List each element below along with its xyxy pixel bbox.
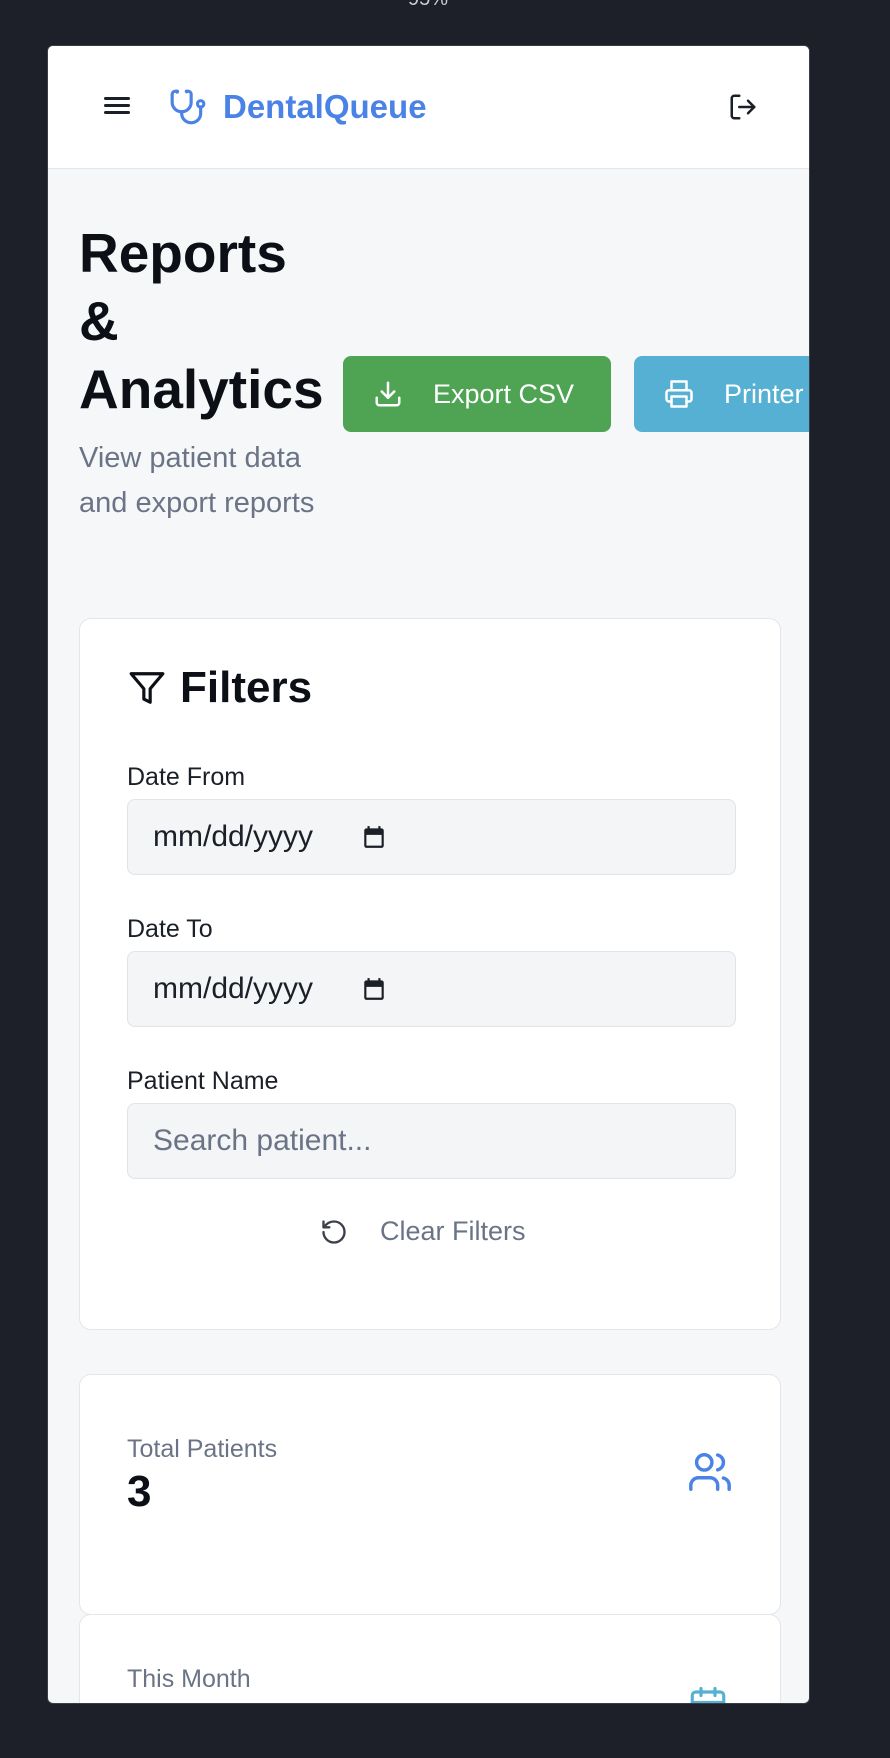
stat-card-this-month: This Month [79,1614,781,1703]
filters-header: Filters [128,663,312,713]
date-to-input[interactable]: mm/dd/yyyy [127,951,736,1027]
menu-icon[interactable] [104,94,130,118]
patient-search-input[interactable]: Search patient... [127,1103,736,1179]
date-to-value: mm/dd/yyyy [153,972,314,1005]
app-window: DentalQueue Reports & Analytics View pat… [47,45,810,1704]
patient-name-label: Patient Name [127,1067,279,1095]
stethoscope-icon [169,88,207,131]
date-from-label: Date From [127,763,246,791]
reset-icon [320,1218,348,1246]
date-to-label: Date To [127,915,213,943]
filter-icon [128,669,166,707]
page-title: Reports & Analytics [79,222,324,420]
top-navbar: DentalQueue [48,46,809,169]
date-from-value: mm/dd/yyyy [153,820,314,853]
calendar-picker-icon[interactable] [361,824,387,850]
stat-value: 3 [127,1467,152,1516]
stat-label: Total Patients [127,1435,278,1463]
print-button[interactable]: Printer [634,356,809,432]
export-csv-button[interactable]: Export CSV [343,356,611,432]
users-icon [687,1449,733,1500]
page-subtitle: View patient data and export reports [79,442,315,519]
export-csv-label: Export CSV [433,378,575,409]
printer-icon [664,379,694,409]
filters-title: Filters [180,663,313,712]
date-from-input[interactable]: mm/dd/yyyy [127,799,736,875]
stat-card-total-patients: Total Patients 3 [79,1374,781,1615]
clear-filters-label: Clear Filters [380,1216,526,1246]
stat-label: This Month [127,1665,251,1693]
brand-name[interactable]: DentalQueue [223,88,427,126]
calendar-picker-icon[interactable] [361,976,387,1002]
calendar-icon [687,1685,729,1703]
print-label: Printer [724,378,804,409]
clear-filters-button[interactable]: Clear Filters [320,1216,526,1247]
logout-icon[interactable] [728,92,758,127]
filters-card: Filters Date From mm/dd/yyyy Date To mm/… [79,618,781,1330]
patient-search-placeholder: Search patient... [153,1124,372,1157]
download-icon [373,379,403,409]
zoom-level: 95% [0,0,856,11]
